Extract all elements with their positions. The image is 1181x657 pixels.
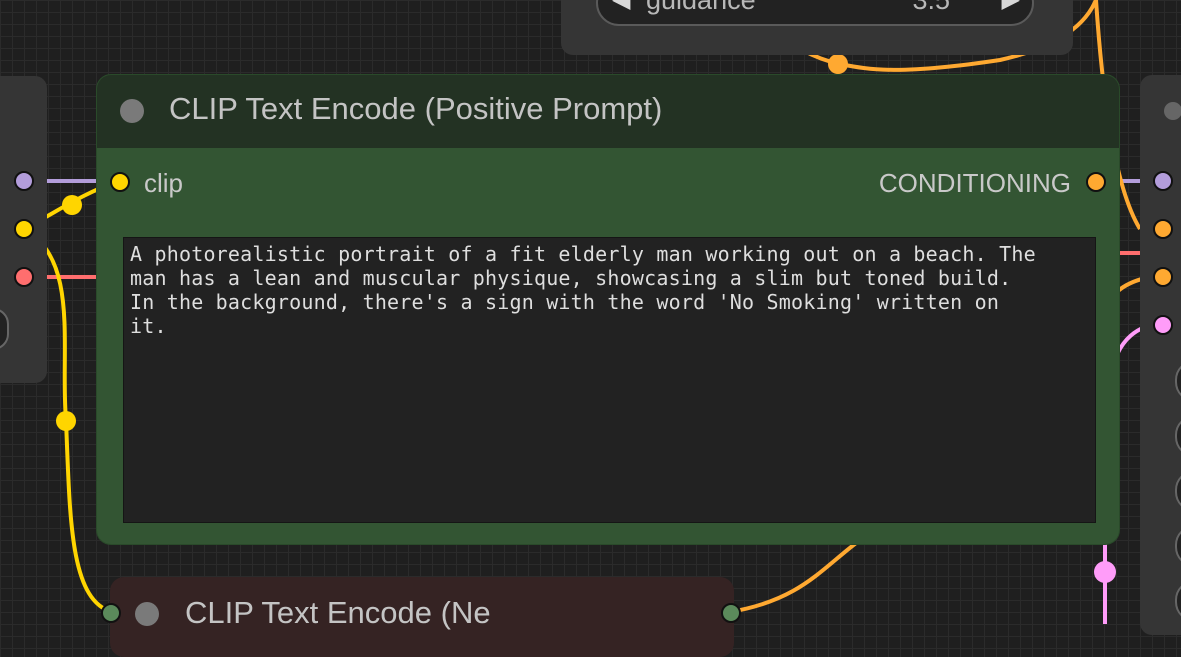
right-node-model-input-slot[interactable] bbox=[1153, 171, 1173, 191]
guidance-label: guidance bbox=[646, 0, 756, 15]
negative-collapse-dot-icon[interactable] bbox=[135, 602, 159, 626]
right-node-widget-3[interactable] bbox=[1175, 470, 1181, 512]
clip-input-slot[interactable] bbox=[110, 172, 130, 192]
left-node-clip-output-slot[interactable] bbox=[14, 219, 34, 239]
clip-text-encode-positive-node[interactable]: CLIP Text Encode (Positive Prompt) clip … bbox=[97, 75, 1119, 544]
guidance-widget[interactable]: ◀ guidance 3.5 ▶ bbox=[596, 0, 1034, 26]
clip-text-encode-negative-node[interactable]: CLIP Text Encode (Ne bbox=[110, 577, 734, 657]
conditioning-output-slot[interactable] bbox=[1086, 172, 1106, 192]
clip-wire-midpoint bbox=[62, 195, 82, 215]
right-node[interactable] bbox=[1140, 75, 1181, 635]
guidance-decrement-arrow-icon[interactable]: ◀ bbox=[612, 0, 630, 14]
latent-wire-midpoint bbox=[1094, 561, 1116, 583]
right-node-widget-1[interactable] bbox=[1175, 360, 1181, 402]
left-node-vae-output-slot[interactable] bbox=[14, 267, 34, 287]
node-title: CLIP Text Encode (Positive Prompt) bbox=[169, 91, 663, 126]
right-node-negative-input-slot[interactable] bbox=[1153, 267, 1173, 287]
negative-clip-input-slot[interactable] bbox=[101, 603, 121, 623]
clip-input-label: clip bbox=[144, 168, 184, 198]
negative-node-title: CLIP Text Encode (Ne bbox=[185, 595, 491, 630]
guidance-node[interactable]: ◀ guidance 3.5 ▶ bbox=[561, 0, 1073, 55]
right-node-latent-input-slot[interactable] bbox=[1153, 315, 1173, 335]
guidance-increment-arrow-icon[interactable]: ▶ bbox=[1002, 0, 1020, 14]
left-node-widget[interactable] bbox=[0, 308, 9, 350]
negative-conditioning-output-slot[interactable] bbox=[721, 603, 741, 623]
conditioning-output-label: CONDITIONING bbox=[878, 168, 1071, 198]
conditioning-wire-negative bbox=[729, 538, 862, 614]
right-node-widget-5[interactable] bbox=[1175, 580, 1181, 622]
guidance-value[interactable]: 3.5 bbox=[912, 0, 950, 16]
right-node-collapse-dot[interactable] bbox=[1164, 102, 1181, 120]
right-node-widget-2[interactable] bbox=[1175, 415, 1181, 457]
right-node-positive-input-slot[interactable] bbox=[1153, 219, 1173, 239]
right-node-widget-4[interactable] bbox=[1175, 525, 1181, 567]
clip-wire-negative-midpoint bbox=[56, 411, 76, 431]
collapse-dot-icon[interactable] bbox=[120, 99, 144, 123]
conditioning-wire-top-midpoint bbox=[828, 54, 848, 74]
node-header[interactable]: CLIP Text Encode (Positive Prompt) bbox=[97, 75, 1119, 148]
prompt-textarea[interactable]: A photorealistic portrait of a fit elder… bbox=[123, 237, 1096, 523]
left-node-model-output-slot[interactable] bbox=[14, 171, 34, 191]
